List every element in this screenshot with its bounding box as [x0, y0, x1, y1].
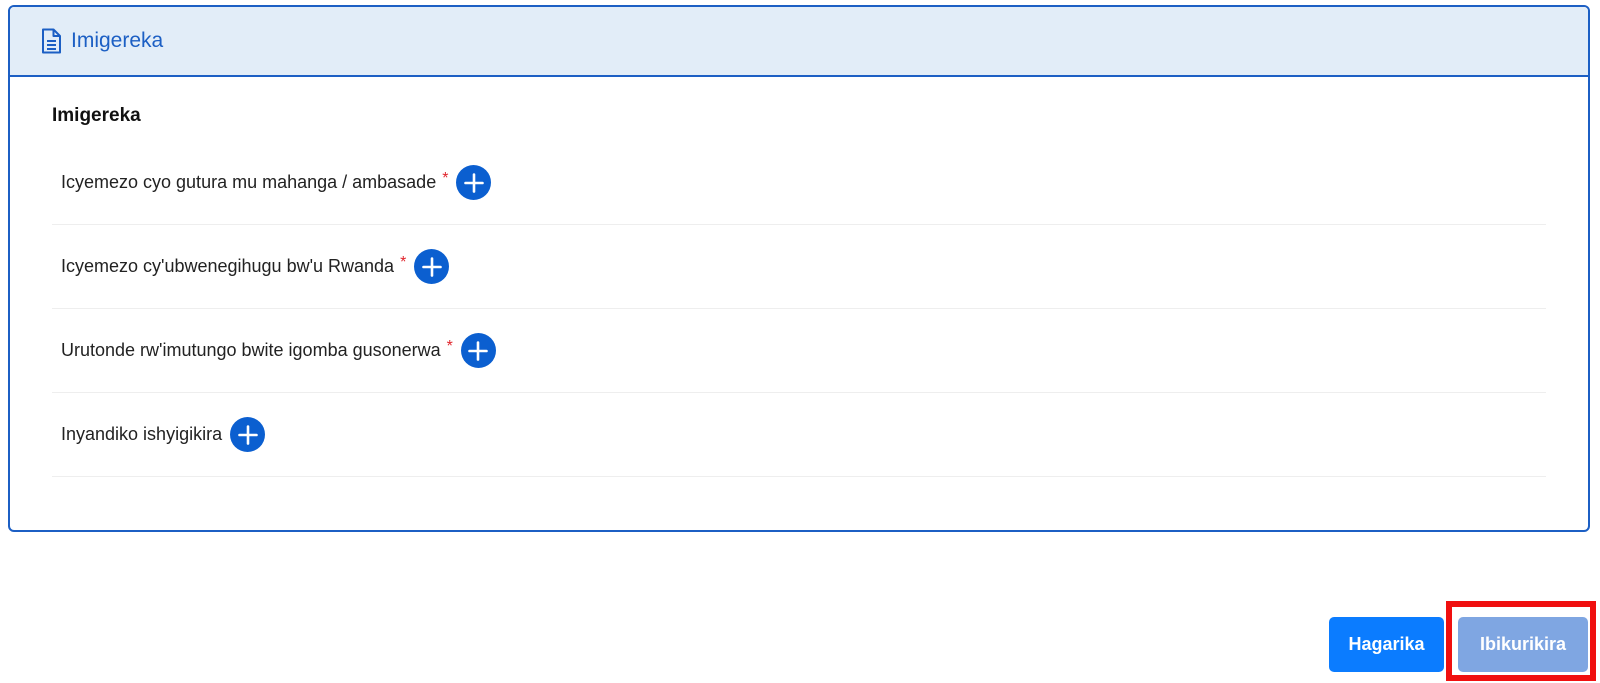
next-button[interactable]: Ibikurikira [1458, 617, 1588, 672]
document-row-residence-certificate: Icyemezo cyo gutura mu mahanga / ambasad… [52, 141, 1546, 225]
document-row-citizenship-certificate: Icyemezo cy'ubwenegihugu bw'u Rwanda * [52, 225, 1546, 309]
add-document-button[interactable] [460, 333, 496, 368]
add-document-button[interactable] [414, 249, 450, 284]
attachments-card: Imigereka Imigereka Icyemezo cyo gutura … [8, 5, 1590, 532]
document-label: Urutonde rw'imutungo bwite igomba gusone… [61, 340, 441, 360]
document-row-property-list: Urutonde rw'imutungo bwite igomba gusone… [52, 309, 1546, 393]
card-body: Imigereka Icyemezo cyo gutura mu mahanga… [10, 105, 1588, 477]
document-row-supporting-document: Inyandiko ishyigikira [52, 393, 1546, 477]
plus-icon [464, 172, 484, 193]
document-label: Inyandiko ishyigikira [61, 424, 223, 444]
document-icon [40, 28, 62, 54]
document-label: Icyemezo cyo gutura mu mahanga / ambasad… [61, 172, 437, 192]
plus-icon [422, 256, 442, 277]
card-header-title: Imigereka [71, 29, 164, 52]
add-document-button[interactable] [230, 417, 266, 452]
document-label: Icyemezo cy'ubwenegihugu bw'u Rwanda [61, 256, 395, 276]
add-document-button[interactable] [456, 165, 492, 200]
required-asterisk: * [446, 337, 453, 355]
required-asterisk: * [442, 169, 449, 187]
card-header: Imigereka [10, 7, 1588, 77]
required-asterisk: * [400, 253, 407, 271]
plus-icon [468, 340, 489, 361]
section-title: Imigereka [52, 105, 141, 126]
cancel-button[interactable]: Hagarika [1329, 617, 1444, 672]
plus-icon [237, 424, 258, 445]
